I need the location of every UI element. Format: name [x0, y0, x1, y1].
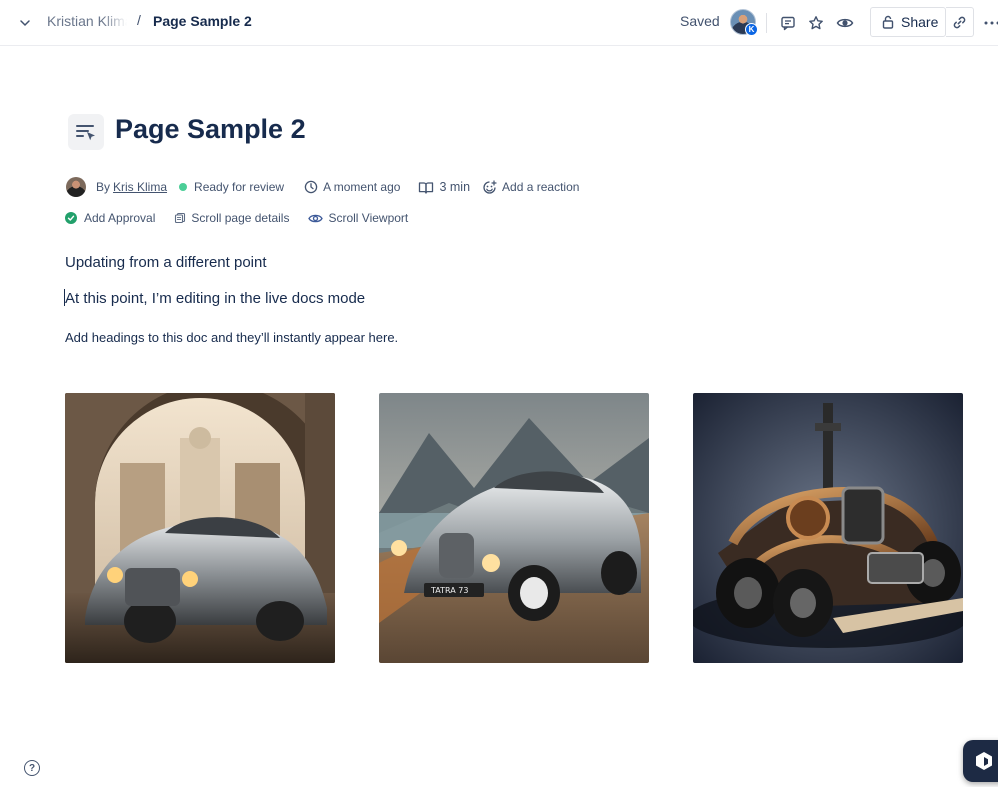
scroll-viewport-label: Scroll Viewport [328, 211, 409, 225]
status-dot-icon [179, 183, 188, 191]
headings-hint: Add headings to this doc and they’ll ins… [65, 330, 399, 345]
watch-eye-icon[interactable] [833, 11, 857, 35]
byline-prefix: By [96, 180, 111, 194]
clock-icon [304, 180, 318, 194]
add-reaction-icon[interactable] [482, 179, 497, 195]
copy-link-button[interactable] [946, 7, 974, 37]
document-stack-icon [174, 212, 186, 224]
license-plate: TATRA 73 [430, 586, 468, 595]
avatar-badge: K [745, 23, 758, 36]
toolbar-divider [766, 13, 767, 33]
byline: By Kris Klima Ready for review A moment … [66, 176, 579, 198]
chevron-down-icon[interactable] [14, 12, 36, 34]
paragraph-text: At this point, I’m editing in the live d… [65, 290, 366, 307]
add-reaction-button[interactable]: Add a reaction [502, 180, 579, 194]
steampunk-engine-car-image[interactable] [693, 393, 963, 663]
add-approval-label: Add Approval [84, 211, 156, 225]
read-time: 3 min [439, 180, 471, 194]
check-circle-icon [65, 212, 77, 224]
breadcrumb-separator: / [137, 12, 141, 28]
lock-icon [882, 15, 894, 29]
share-label: Share [901, 14, 939, 30]
scroll-viewport-button[interactable]: Scroll Viewport [308, 211, 408, 225]
saved-status: Saved [680, 13, 720, 29]
paragraph-editing[interactable]: At this point, I’m editing in the live d… [64, 289, 365, 307]
breadcrumb-space[interactable]: Kristian Klima [47, 13, 127, 29]
scroll-page-details-label: Scroll page details [191, 211, 290, 225]
help-icon[interactable]: ? [24, 760, 40, 776]
status-badge[interactable]: Ready for review [194, 180, 284, 194]
top-bar: Kristian Klima / Page Sample 2 Saved K S… [0, 0, 998, 46]
paragraph[interactable]: Updating from a different point [65, 254, 267, 271]
last-updated[interactable]: A moment ago [323, 180, 400, 194]
author-avatar[interactable] [66, 177, 86, 197]
share-button[interactable]: Share [870, 7, 946, 37]
page-emoji-icon[interactable] [68, 114, 104, 150]
page-extensions-row: Add Approval Scroll page details Scroll … [65, 209, 427, 227]
viewport-eye-icon [308, 213, 324, 224]
page-title[interactable]: Page Sample 2 [115, 114, 306, 145]
comment-icon[interactable] [776, 11, 800, 35]
vintage-car-mountains-image[interactable]: TATRA 73 [379, 393, 649, 663]
app-hexagon-icon [976, 752, 992, 770]
link-icon [953, 16, 966, 28]
star-icon[interactable] [804, 11, 828, 35]
more-options-icon[interactable] [980, 11, 998, 35]
floating-app-button[interactable] [963, 740, 998, 782]
book-icon [418, 181, 434, 194]
add-approval-button[interactable]: Add Approval [65, 211, 155, 225]
author-link[interactable]: Kris Klima [113, 180, 167, 194]
vintage-car-in-archway-image[interactable] [65, 393, 335, 663]
breadcrumb-current-page[interactable]: Page Sample 2 [153, 13, 252, 29]
scroll-page-details-button[interactable]: Scroll page details [174, 211, 289, 225]
